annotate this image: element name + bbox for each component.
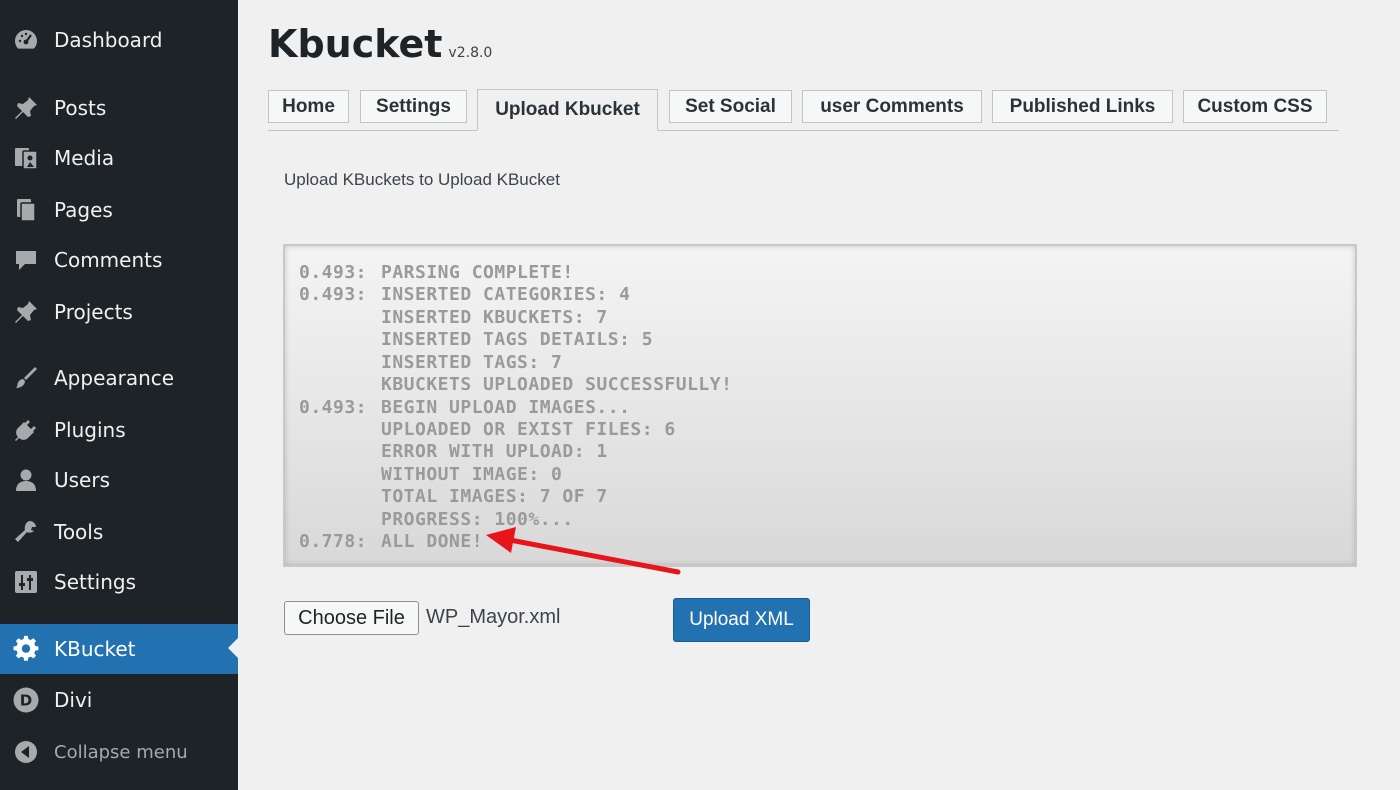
user-icon — [12, 466, 40, 494]
log-text: INSERTED TAGS: 7 — [381, 352, 563, 373]
log-line: WITHOUT IMAGE: 0 — [299, 464, 562, 486]
plug-icon — [12, 416, 40, 444]
tab-set-social[interactable]: Set Social — [669, 90, 792, 123]
dashboard-icon — [12, 26, 40, 54]
log-line: INSERTED KBUCKETS: 7 — [299, 307, 608, 329]
selected-file-name: WP_Mayor.xml — [426, 606, 561, 628]
media-icon — [12, 144, 40, 172]
log-line: 0.493: BEGIN UPLOAD IMAGES... — [299, 397, 630, 419]
tab-custom-css[interactable]: Custom CSS — [1183, 90, 1327, 123]
tab-upload-kbucket[interactable]: Upload Kbucket — [477, 89, 658, 131]
log-text: PROGRESS: 100%... — [381, 509, 574, 530]
log-time: 0.778: — [299, 531, 368, 552]
log-text: ERROR WITH UPLOAD: 1 — [381, 441, 608, 462]
sidebar-item-appearance[interactable]: Appearance — [0, 354, 238, 402]
log-line: TOTAL IMAGES: 7 OF 7 — [299, 486, 608, 508]
pin-icon — [12, 94, 40, 122]
sidebar-item-dashboard[interactable]: Dashboard — [0, 16, 238, 64]
sidebar-item-label: Dashboard — [54, 28, 163, 52]
log-text: BEGIN UPLOAD IMAGES... — [381, 397, 631, 418]
log-time: 0.493: — [299, 284, 368, 305]
log-line: 0.493: INSERTED CATEGORIES: 4 — [299, 284, 630, 306]
log-line: 0.493: PARSING COMPLETE! — [299, 262, 574, 284]
comment-icon — [12, 246, 40, 274]
divi-icon: D — [12, 686, 40, 714]
log-time: 0.493: — [299, 397, 368, 418]
log-line: 0.778: ALL DONE! — [299, 531, 483, 553]
tab-home[interactable]: Home — [268, 90, 349, 123]
pin-icon — [12, 298, 40, 326]
collapse-icon — [12, 738, 40, 766]
upload-description: Upload KBuckets to Upload KBucket — [284, 170, 560, 189]
log-text: TOTAL IMAGES: 7 OF 7 — [381, 486, 608, 507]
log-line: ERROR WITH UPLOAD: 1 — [299, 441, 608, 463]
choose-file-button[interactable]: Choose File — [284, 601, 419, 635]
sidebar-item-pages[interactable]: Pages — [0, 186, 238, 234]
plugin-name: Kbucket — [268, 22, 443, 66]
log-text: ALL DONE! — [381, 531, 484, 552]
collapse-menu-button[interactable]: Collapse menu — [0, 728, 238, 776]
tab-user-comments[interactable]: user Comments — [802, 90, 982, 123]
admin-sidebar: Dashboard Posts Media Pages Comments Pro… — [0, 0, 238, 790]
upload-xml-button[interactable]: Upload XML — [673, 598, 810, 642]
version-label: v2.8.0 — [448, 45, 493, 61]
log-line: UPLOADED OR EXIST FILES: 6 — [299, 419, 676, 441]
pages-icon — [12, 196, 40, 224]
log-line: PROGRESS: 100%... — [299, 509, 574, 531]
log-text: PARSING COMPLETE! — [381, 262, 574, 283]
sidebar-item-plugins[interactable]: Plugins — [0, 406, 238, 454]
sidebar-item-label: Projects — [54, 300, 133, 324]
sidebar-item-users[interactable]: Users — [0, 456, 238, 504]
log-line: KBUCKETS UPLOADED SUCCESSFULLY! — [299, 374, 732, 396]
tab-bar: Home Settings Upload Kbucket Set Social … — [268, 89, 1339, 131]
collapse-menu-label: Collapse menu — [54, 741, 188, 763]
sidebar-item-label: Plugins — [54, 418, 126, 442]
upload-log: 0.493: PARSING COMPLETE! 0.493: INSERTED C… — [283, 244, 1357, 567]
sidebar-item-label: Comments — [54, 248, 163, 272]
sidebar-item-label: Settings — [54, 570, 137, 594]
log-text: INSERTED KBUCKETS: 7 — [381, 307, 608, 328]
tab-published-links[interactable]: Published Links — [992, 90, 1173, 123]
sidebar-item-media[interactable]: Media — [0, 134, 238, 182]
sidebar-item-kbucket[interactable]: KBucket — [0, 624, 238, 674]
svg-text:D: D — [20, 692, 32, 710]
sidebar-item-label: Pages — [54, 198, 113, 222]
sidebar-item-posts[interactable]: Posts — [0, 84, 238, 132]
log-text: KBUCKETS UPLOADED SUCCESSFULLY! — [381, 374, 733, 395]
sidebar-item-label: Divi — [54, 688, 93, 712]
sidebar-item-label: Users — [54, 468, 111, 492]
log-text: UPLOADED OR EXIST FILES: 6 — [381, 419, 676, 440]
log-line: INSERTED TAGS: 7 — [299, 352, 562, 374]
log-line: INSERTED TAGS DETAILS: 5 — [299, 329, 653, 351]
sliders-icon — [12, 568, 40, 596]
log-text: INSERTED CATEGORIES: 4 — [381, 284, 631, 305]
sidebar-item-label: Media — [54, 146, 115, 170]
sidebar-item-label: Posts — [54, 96, 107, 120]
tab-settings[interactable]: Settings — [360, 90, 467, 123]
sidebar-item-projects[interactable]: Projects — [0, 288, 238, 336]
sidebar-item-divi[interactable]: D Divi — [0, 676, 238, 724]
page-title: Kbucket v2.8.0 — [268, 22, 492, 66]
brush-icon — [12, 364, 40, 392]
wrench-icon — [12, 518, 40, 546]
log-time: 0.493: — [299, 262, 368, 283]
sidebar-item-label: KBucket — [54, 637, 136, 661]
log-text: INSERTED TAGS DETAILS: 5 — [381, 329, 654, 350]
log-text: WITHOUT IMAGE: 0 — [381, 464, 563, 485]
sidebar-item-label: Appearance — [54, 366, 175, 390]
sidebar-item-settings[interactable]: Settings — [0, 558, 238, 606]
sidebar-item-tools[interactable]: Tools — [0, 508, 238, 556]
gear-icon — [12, 635, 40, 663]
sidebar-item-comments[interactable]: Comments — [0, 236, 238, 284]
sidebar-item-label: Tools — [54, 520, 104, 544]
